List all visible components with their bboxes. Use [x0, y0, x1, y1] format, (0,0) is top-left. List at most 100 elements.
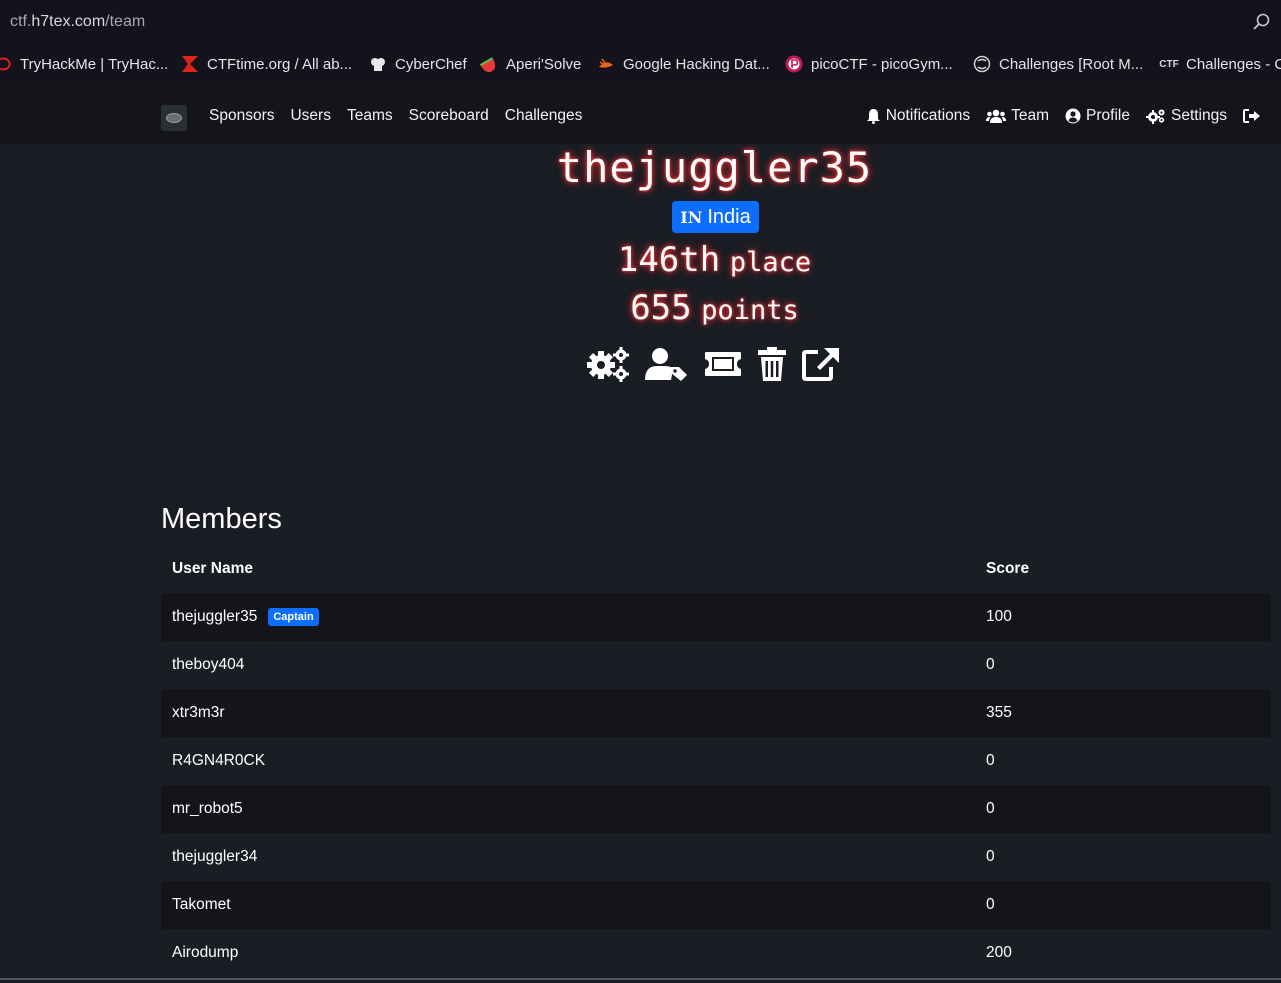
table-row: xtr3m3r 355 [161, 689, 1271, 737]
member-name-cell: Takomet [161, 896, 975, 914]
team-place: 146th place [0, 240, 1281, 280]
disband-team-button[interactable] [758, 347, 786, 381]
ticket-icon [705, 352, 741, 376]
nav-links: Sponsors Users Teams Scoreboard Challeng… [209, 107, 582, 125]
points-label: points [701, 295, 799, 326]
cogs-icon [587, 347, 629, 382]
nav-profile[interactable]: Profile [1065, 107, 1130, 125]
team-actions [586, 346, 840, 382]
bookmark-picoctf[interactable]: picoCTF - picoGym... [785, 54, 953, 74]
table-row: thejuggler35 Captain 100 [161, 593, 1271, 641]
members-heading: Members [161, 503, 282, 535]
member-name-cell: xtr3m3r [161, 704, 975, 722]
member-name-link[interactable]: Takomet [172, 896, 231, 914]
member-score: 0 [986, 656, 995, 673]
member-name-cell: theboy404 [161, 656, 975, 674]
table-row: theboy404 0 [161, 641, 1271, 689]
column-header-username[interactable]: User Name [161, 560, 975, 578]
rootme-icon [973, 55, 991, 73]
team-name: thejuggler35 [556, 143, 873, 192]
url-path: /team [105, 13, 146, 30]
member-score: 0 [986, 800, 995, 817]
country-badge: IN India [672, 201, 759, 233]
bookmark-ctf-challenges[interactable]: CTF Challenges - C [1158, 54, 1281, 74]
sign-out-icon [1243, 109, 1260, 123]
nav-notifications[interactable]: Notifications [866, 107, 970, 125]
search-icon[interactable] [1251, 12, 1271, 32]
member-score: 355 [986, 704, 1012, 721]
trash-icon [758, 347, 786, 381]
user-tag-icon [645, 348, 687, 381]
member-score: 0 [986, 752, 995, 769]
nav-sponsors[interactable]: Sponsors [209, 107, 274, 125]
members-table: User Name Score thejuggler35 Captain 100… [161, 545, 1271, 977]
member-score: 200 [986, 944, 1012, 961]
bookmarks-bar: TryHackMe | TryHac... CTFtime.org / All … [0, 44, 1281, 84]
edit-team-button[interactable] [586, 346, 629, 382]
table-row: R4GN4R0CK 0 [161, 737, 1271, 785]
member-name-cell: thejuggler34 [161, 848, 975, 866]
users-icon [986, 109, 1007, 123]
logout-button[interactable] [1243, 109, 1261, 123]
member-name-link[interactable]: xtr3m3r [172, 704, 225, 722]
member-name-link[interactable]: thejuggler35 [172, 608, 257, 626]
member-name-link[interactable]: mr_robot5 [172, 800, 243, 818]
team-points: 655 points [0, 288, 1281, 328]
nav-team[interactable]: Team [986, 107, 1049, 125]
nav-challenges[interactable]: Challenges [505, 107, 583, 125]
table-row: thejuggler34 0 [161, 833, 1271, 881]
column-header-score[interactable]: Score [975, 560, 1271, 578]
member-score: 0 [986, 896, 995, 913]
aperisolve-icon [480, 55, 498, 73]
nav-users[interactable]: Users [290, 107, 330, 125]
member-name-cell: thejuggler35 Captain [161, 608, 975, 626]
member-name-cell: mr_robot5 [161, 800, 975, 818]
country-flag: IN [680, 207, 703, 227]
member-name-link[interactable]: thejuggler34 [172, 848, 257, 866]
bookmark-cyberchef[interactable]: CyberChef [369, 54, 467, 74]
table-row: mr_robot5 0 [161, 785, 1271, 833]
table-row: Takomet 0 [161, 881, 1271, 929]
tryhackme-icon [0, 55, 12, 73]
ctftime-icon [181, 55, 199, 73]
url-prefix: ctf. [10, 13, 32, 30]
picoctf-icon [785, 55, 803, 73]
invite-ticket-button[interactable] [704, 351, 742, 377]
bookmark-tryhackme[interactable]: TryHackMe | TryHac... [0, 54, 168, 74]
member-name-cell: R4GN4R0CK [161, 752, 975, 770]
cogs-icon [1145, 109, 1165, 124]
address-bar[interactable]: ctf.h7tex.com/team [0, 0, 1281, 44]
country-name: India [707, 205, 751, 228]
place-number: 146th [617, 240, 721, 280]
member-name-link[interactable]: theboy404 [172, 656, 244, 674]
external-link-button[interactable] [802, 347, 840, 381]
captain-badge: Captain [268, 608, 319, 626]
points-number: 655 [630, 288, 692, 328]
member-score: 0 [986, 848, 995, 865]
bookmark-exploitdb[interactable]: Google Hacking Dat... [597, 54, 770, 74]
place-label: place [729, 247, 812, 278]
external-link-icon [802, 348, 839, 381]
table-header: User Name Score [161, 545, 1271, 593]
nav-settings[interactable]: Settings [1145, 107, 1227, 125]
cyberchef-icon [369, 55, 387, 73]
site-logo[interactable] [161, 105, 187, 131]
choose-captain-button[interactable] [645, 347, 688, 381]
ctf-icon: CTF [1159, 58, 1179, 70]
exploitdb-icon [597, 55, 615, 73]
member-name-cell: Airodump [161, 944, 975, 962]
member-score: 100 [986, 608, 1012, 625]
member-name-link[interactable]: R4GN4R0CK [172, 752, 265, 770]
user-circle-icon [1065, 108, 1081, 124]
bookmark-aperisolve[interactable]: Aperi'Solve [480, 54, 581, 74]
member-name-link[interactable]: Airodump [172, 944, 238, 962]
nav-right: Notifications Team Profile Settings [866, 107, 1261, 125]
bookmark-rootme[interactable]: Challenges [Root M... [973, 54, 1143, 74]
nav-scoreboard[interactable]: Scoreboard [409, 107, 489, 125]
bell-icon [866, 109, 880, 124]
window-bottom-border [0, 978, 1281, 980]
site-navbar: Sponsors Users Teams Scoreboard Challeng… [0, 84, 1281, 144]
bookmark-ctftime[interactable]: CTFtime.org / All ab... [181, 54, 352, 74]
url-text[interactable]: ctf.h7tex.com/team [10, 13, 145, 31]
nav-teams[interactable]: Teams [347, 107, 393, 125]
